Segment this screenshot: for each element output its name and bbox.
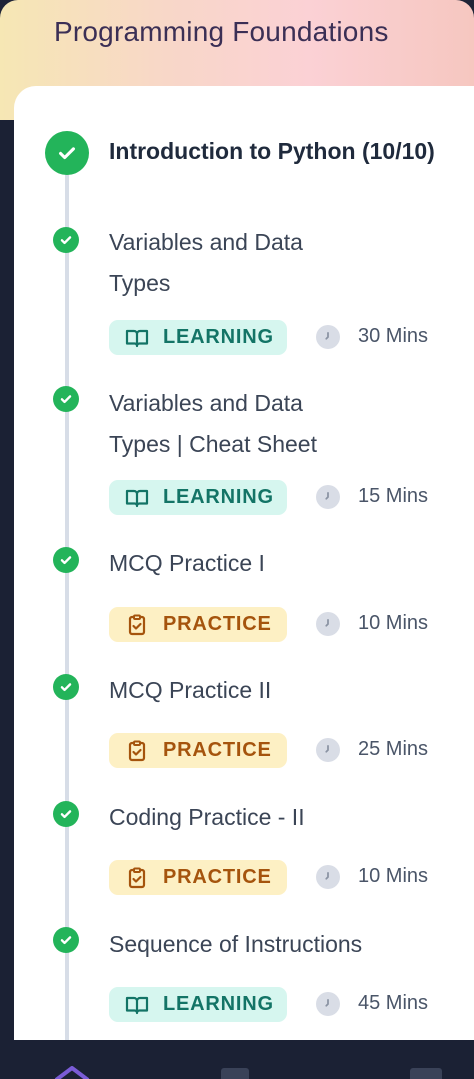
tag-label: LEARNING bbox=[163, 993, 274, 1015]
check-circle-icon bbox=[53, 801, 79, 827]
learning-tag: LEARNING bbox=[109, 320, 287, 355]
item-title[interactable]: MCQ Practice II bbox=[109, 670, 449, 711]
tag-label: PRACTICE bbox=[163, 613, 272, 635]
check-circle-icon bbox=[53, 547, 79, 573]
duration-text: 10 Mins bbox=[358, 612, 429, 634]
learning-tag: LEARNING bbox=[109, 480, 287, 515]
tag-label: LEARNING bbox=[163, 486, 274, 508]
book-open-icon bbox=[125, 993, 149, 1017]
item-title[interactable]: Coding Practice - II bbox=[109, 797, 449, 838]
item-title[interactable]: Variables and Data Types bbox=[109, 222, 359, 304]
duration-text: 45 Mins bbox=[358, 992, 429, 1014]
tag-label: PRACTICE bbox=[163, 866, 272, 888]
check-circle-icon bbox=[53, 674, 79, 700]
clock-icon bbox=[316, 612, 340, 636]
document-icon[interactable] bbox=[219, 1066, 251, 1079]
clipboard-check-icon bbox=[125, 739, 149, 763]
practice-tag: PRACTICE bbox=[109, 607, 287, 642]
item-title[interactable]: MCQ Practice I bbox=[109, 543, 449, 584]
practice-tag: PRACTICE bbox=[109, 733, 287, 768]
item-title[interactable]: Sequence of Instructions bbox=[109, 924, 449, 965]
terminal-icon[interactable] bbox=[408, 1066, 444, 1079]
clock-icon bbox=[316, 992, 340, 1016]
item-title[interactable]: Variables and Data Types | Cheat Sheet bbox=[109, 383, 359, 465]
book-open-icon bbox=[125, 326, 149, 350]
practice-tag: PRACTICE bbox=[109, 860, 287, 895]
duration-text: 15 Mins bbox=[358, 485, 429, 507]
clock-icon bbox=[316, 738, 340, 762]
check-circle-icon bbox=[53, 927, 79, 953]
home-icon[interactable] bbox=[52, 1066, 92, 1079]
duration-text: 25 Mins bbox=[358, 738, 429, 760]
timeline-rail bbox=[65, 160, 69, 1040]
duration-text: 30 Mins bbox=[358, 325, 429, 347]
module-check-icon bbox=[45, 131, 89, 175]
check-circle-icon bbox=[53, 227, 79, 253]
clock-icon bbox=[316, 865, 340, 889]
module-title[interactable]: Introduction to Python (10/10) bbox=[109, 138, 435, 165]
clipboard-check-icon bbox=[125, 613, 149, 637]
check-circle-icon bbox=[53, 386, 79, 412]
clock-icon bbox=[316, 325, 340, 349]
course-title: Programming Foundations bbox=[54, 16, 389, 47]
duration-text: 10 Mins bbox=[358, 865, 429, 887]
book-open-icon bbox=[125, 486, 149, 510]
clipboard-check-icon bbox=[125, 866, 149, 890]
clock-icon bbox=[316, 485, 340, 509]
bottom-nav bbox=[0, 1040, 474, 1079]
tag-label: PRACTICE bbox=[163, 739, 272, 761]
learning-tag: LEARNING bbox=[109, 987, 287, 1022]
tag-label: LEARNING bbox=[163, 326, 274, 348]
